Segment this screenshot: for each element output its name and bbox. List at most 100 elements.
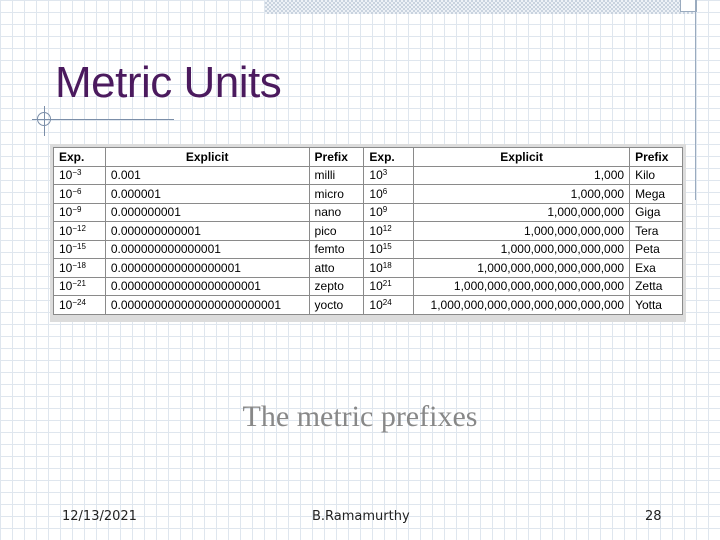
explicit-small-cell: 0.000000000000000000001 — [104, 276, 310, 296]
explicit-small-cell: 0.000001 — [104, 184, 310, 204]
title-underline — [32, 119, 174, 120]
slide-title: Metric Units — [55, 58, 282, 107]
exp-base: 10 — [369, 186, 383, 201]
header-explicit-large: Explicit — [413, 147, 631, 167]
table-row: 10−18 0.000000000000000001 atto 1018 1,000,0… — [53, 258, 683, 278]
prefix-large-cell: Exa — [629, 258, 683, 278]
explicit-large-cell: 1,000,000,000,000,000,000 — [413, 258, 631, 278]
header-prefix-small: Prefix — [308, 147, 365, 167]
table-row: 10−15 0.000000000000001 femto 1015 1,000,000… — [53, 239, 683, 259]
explicit-large-cell: 1,000,000,000,000,000,000,000 — [413, 276, 631, 296]
exp-exponent: 12 — [382, 223, 392, 233]
exp-base: 10 — [369, 242, 383, 257]
prefix-small-cell: atto — [308, 258, 365, 278]
exp-base: 10 — [59, 223, 73, 238]
table-header-row: Exp. Explicit Prefix Exp. Explicit Prefi… — [53, 147, 683, 167]
exp-small-cell: 10−12 — [53, 221, 106, 241]
exp-small-cell: 10−9 — [53, 202, 106, 222]
exp-exponent: 9 — [382, 205, 388, 215]
explicit-large-cell: 1,000 — [413, 165, 631, 185]
exp-exponent: −21 — [72, 279, 86, 289]
table-row: 10−24 0.000000000000000000000001 yocto 1024… — [53, 295, 683, 315]
exp-exponent: 24 — [382, 297, 392, 307]
prefix-large-cell: Yotta — [629, 295, 683, 315]
exp-large-cell: 1018 — [363, 258, 415, 278]
exp-base: 10 — [369, 205, 383, 220]
prefix-small-cell: pico — [308, 221, 365, 241]
prefix-small-cell: micro — [308, 184, 365, 204]
prefix-small-cell: femto — [308, 239, 365, 259]
table-row: 10−21 0.000000000000000000001 zepto 1021 1,0… — [53, 276, 683, 296]
exp-large-cell: 106 — [363, 184, 415, 204]
exp-large-cell: 1024 — [363, 295, 415, 315]
exp-exponent: −12 — [72, 223, 86, 233]
right-decorative-line — [695, 0, 696, 200]
exp-large-cell: 109 — [363, 202, 415, 222]
exp-small-cell: 10−18 — [53, 258, 106, 278]
exp-small-cell: 10−21 — [53, 276, 106, 296]
table-row: 10−6 0.000001 micro 106 1,000,000 Mega — [53, 184, 683, 204]
explicit-large-cell: 1,000,000,000,000,000,000,000,000 — [413, 295, 631, 315]
exp-base: 10 — [59, 297, 73, 312]
footer-page-number: 28 — [645, 509, 662, 524]
exp-large-cell: 1015 — [363, 239, 415, 259]
metric-prefix-table: Exp. Explicit Prefix Exp. Explicit Prefi… — [53, 147, 683, 315]
exp-base: 10 — [59, 186, 73, 201]
exp-exponent: −3 — [72, 168, 82, 178]
table-row: 10−9 0.000000001 nano 109 1,000,000,000 Giga — [53, 202, 683, 222]
explicit-small-cell: 0.000000000001 — [104, 221, 310, 241]
explicit-large-cell: 1,000,000,000 — [413, 202, 631, 222]
exp-base: 10 — [59, 168, 73, 183]
exp-base: 10 — [59, 205, 73, 220]
exp-exponent: 21 — [382, 279, 392, 289]
exp-large-cell: 1012 — [363, 221, 415, 241]
metric-prefix-table-frame: Exp. Explicit Prefix Exp. Explicit Prefi… — [50, 144, 686, 322]
exp-base: 10 — [369, 297, 383, 312]
explicit-small-cell: 0.000000000000000001 — [104, 258, 310, 278]
slide-caption: The metric prefixes — [242, 400, 478, 433]
explicit-large-cell: 1,000,000 — [413, 184, 631, 204]
exp-base: 10 — [369, 279, 383, 294]
prefix-small-cell: yocto — [308, 295, 365, 315]
exp-exponent: 6 — [382, 186, 388, 196]
exp-base: 10 — [369, 260, 383, 275]
exp-exponent: 15 — [382, 242, 392, 252]
exp-small-cell: 10−15 — [53, 239, 106, 259]
explicit-small-cell: 0.000000000000000000000001 — [104, 295, 310, 315]
exp-small-cell: 10−3 — [53, 165, 106, 185]
exp-exponent: −6 — [72, 186, 82, 196]
prefix-small-cell: nano — [308, 202, 365, 222]
table-row: 10−3 0.001 milli 103 1,000 Kilo — [53, 165, 683, 185]
explicit-small-cell: 0.001 — [104, 165, 310, 185]
footer-author: B.Ramamurthy — [312, 509, 410, 524]
exp-large-cell: 103 — [363, 165, 415, 185]
header-prefix-large: Prefix — [629, 147, 683, 167]
exp-small-cell: 10−24 — [53, 295, 106, 315]
prefix-small-cell: zepto — [308, 276, 365, 296]
top-decorative-band — [265, 0, 695, 14]
exp-base: 10 — [369, 168, 383, 183]
prefix-large-cell: Kilo — [629, 165, 683, 185]
prefix-large-cell: Tera — [629, 221, 683, 241]
footer-date: 12/13/2021 — [62, 509, 137, 524]
exp-base: 10 — [59, 279, 73, 294]
exp-base: 10 — [369, 223, 383, 238]
table-row: 10−12 0.000000000001 pico 1012 1,000,000,000… — [53, 221, 683, 241]
exp-base: 10 — [59, 242, 73, 257]
exp-base: 10 — [59, 260, 73, 275]
prefix-large-cell: Peta — [629, 239, 683, 259]
exp-large-cell: 1021 — [363, 276, 415, 296]
prefix-small-cell: milli — [308, 165, 365, 185]
exp-exponent: −15 — [72, 242, 86, 252]
exp-small-cell: 10−6 — [53, 184, 106, 204]
exp-exponent: −9 — [72, 205, 82, 215]
exp-exponent: 3 — [382, 168, 388, 178]
explicit-large-cell: 1,000,000,000,000,000 — [413, 239, 631, 259]
header-explicit-small: Explicit — [104, 147, 310, 167]
prefix-large-cell: Giga — [629, 202, 683, 222]
table-body: 10−3 0.001 milli 103 1,000 Kilo 10−6 0.000001 mi… — [53, 165, 683, 315]
explicit-small-cell: 0.000000001 — [104, 202, 310, 222]
header-exp-large: Exp. — [363, 147, 415, 167]
prefix-large-cell: Mega — [629, 184, 683, 204]
exp-exponent: 18 — [382, 260, 392, 270]
